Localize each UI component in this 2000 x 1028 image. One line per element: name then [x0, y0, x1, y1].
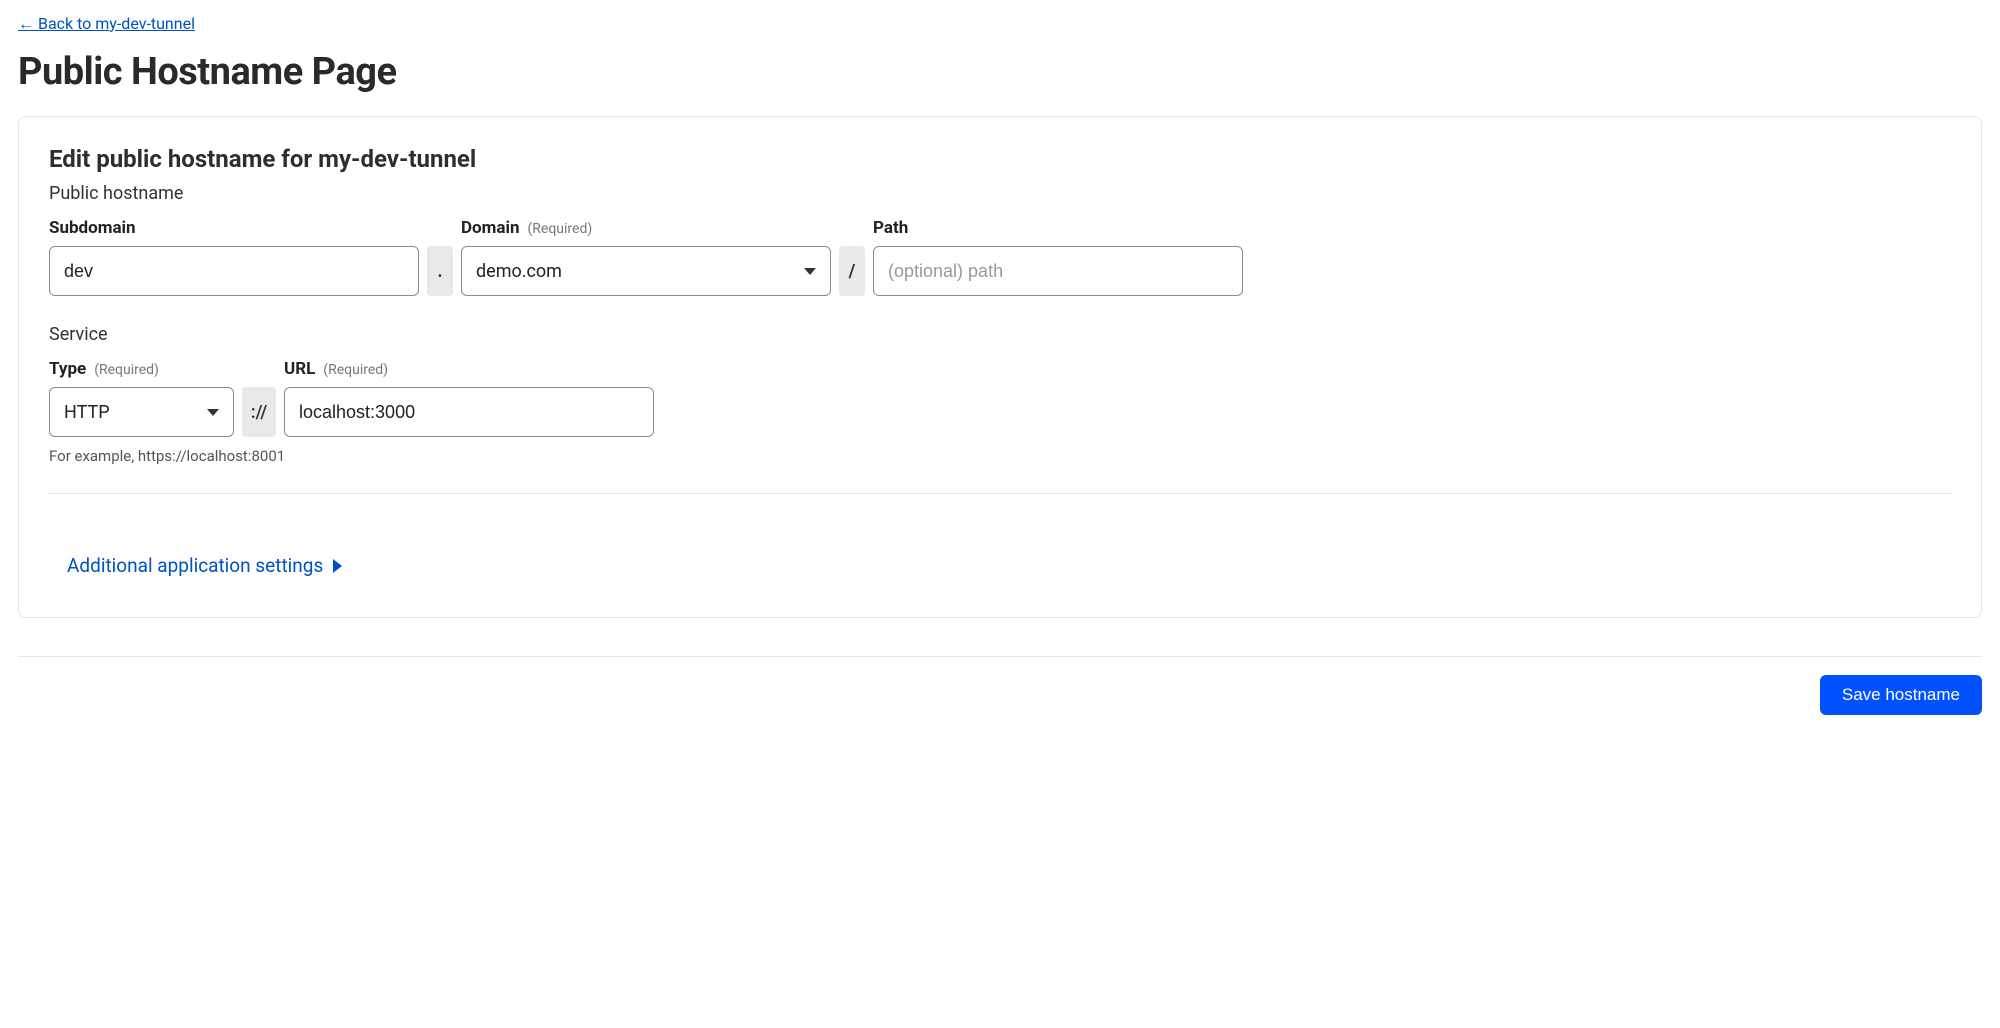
- type-group: Type (Required) HTTP: [49, 359, 234, 437]
- service-helper-text: For example, https://localhost:8001: [49, 447, 1951, 465]
- service-section-label: Service: [49, 324, 1951, 345]
- domain-group: Domain (Required) demo.com: [461, 218, 831, 296]
- domain-required: (Required): [528, 221, 593, 237]
- path-label: Path: [873, 218, 1243, 238]
- public-hostname-section-label: Public hostname: [49, 183, 1951, 204]
- type-value: HTTP: [64, 402, 110, 423]
- path-label-text: Path: [873, 218, 908, 238]
- additional-settings-label: Additional application settings: [67, 554, 323, 577]
- subdomain-label: Subdomain: [49, 218, 419, 238]
- hostname-card: Edit public hostname for my-dev-tunnel P…: [18, 116, 1982, 618]
- domain-label: Domain (Required): [461, 218, 831, 238]
- subdomain-input[interactable]: [49, 246, 419, 296]
- subdomain-label-text: Subdomain: [49, 218, 136, 238]
- back-link[interactable]: ← Back to my-dev-tunnel: [18, 14, 195, 34]
- slash-separator: /: [839, 246, 865, 296]
- card-title: Edit public hostname for my-dev-tunnel: [49, 145, 1951, 173]
- hostname-row: Subdomain . Domain (Required) demo.com /…: [49, 218, 1951, 296]
- bottom-bar: Save hostname: [18, 656, 1982, 715]
- url-label-text: URL: [284, 359, 315, 379]
- url-input[interactable]: [284, 387, 654, 437]
- caret-down-icon: [804, 268, 816, 275]
- type-label: Type (Required): [49, 359, 234, 379]
- dot-separator: .: [427, 246, 453, 296]
- save-hostname-button[interactable]: Save hostname: [1820, 675, 1982, 715]
- chevron-right-icon: [333, 559, 342, 573]
- page-title: Public Hostname Page: [18, 50, 1982, 94]
- domain-select[interactable]: demo.com: [461, 246, 831, 296]
- path-input[interactable]: [873, 246, 1243, 296]
- path-group: Path: [873, 218, 1243, 296]
- url-label: URL (Required): [284, 359, 654, 379]
- divider: [49, 493, 1951, 494]
- caret-down-icon: [207, 409, 219, 416]
- domain-label-text: Domain: [461, 218, 520, 238]
- additional-settings-toggle[interactable]: Additional application settings: [67, 554, 342, 577]
- type-required: (Required): [94, 362, 159, 378]
- protocol-separator: ://: [242, 387, 276, 437]
- subdomain-group: Subdomain: [49, 218, 419, 296]
- service-row: Type (Required) HTTP :// URL (Required): [49, 359, 1951, 437]
- type-select[interactable]: HTTP: [49, 387, 234, 437]
- url-group: URL (Required): [284, 359, 654, 437]
- type-label-text: Type: [49, 359, 86, 379]
- domain-value: demo.com: [476, 261, 562, 282]
- url-required: (Required): [323, 362, 388, 378]
- back-link-text: ← Back to my-dev-tunnel: [18, 14, 195, 34]
